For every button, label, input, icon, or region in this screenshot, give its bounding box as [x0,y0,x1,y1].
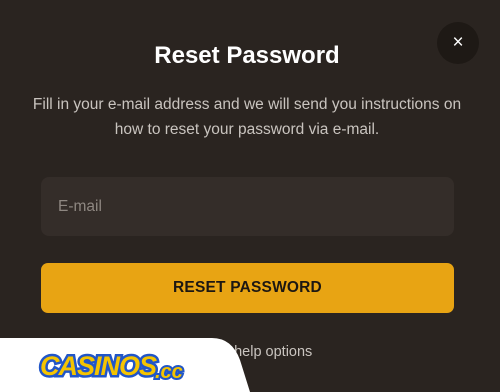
reset-password-modal: × Reset Password Fill in your e-mail add… [0,0,500,392]
modal-description: Fill in your e-mail address and we will … [32,96,462,138]
reset-password-button[interactable]: RESET PASSWORD [41,263,454,313]
svg-text:.cc: .cc [155,361,183,383]
svg-text:CASINOS: CASINOS [40,351,157,381]
email-field[interactable] [41,177,454,236]
modal-title: Reset Password [154,42,340,69]
casinos-watermark-logo: CASINOS .cc [0,338,250,392]
